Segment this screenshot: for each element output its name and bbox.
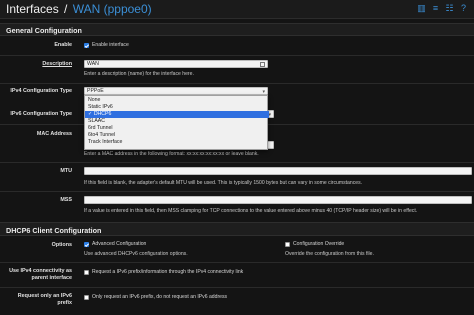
- mss-label: MSS: [60, 197, 72, 203]
- row-divider: [0, 55, 474, 56]
- mac-address-help: Enter a MAC address in the following for…: [84, 151, 259, 157]
- dropdown-option-track-interface[interactable]: Track Interface: [85, 139, 269, 146]
- mss-input[interactable]: [84, 196, 472, 204]
- ipv4-connectivity-label-line2: parent interface: [31, 275, 72, 281]
- config-override-text: Configuration Override: [293, 241, 345, 247]
- mss-help: If a value is entered in this field, the…: [84, 208, 418, 214]
- dropdown-option-slaac[interactable]: SLAAC: [85, 118, 269, 125]
- bar-chart-icon[interactable]: ▥: [417, 4, 426, 13]
- advanced-config-text: Advanced Configuration: [92, 241, 147, 247]
- enable-text: Enable interface: [92, 42, 129, 48]
- prefix-only-label: Request only an IPv6 prefix: [0, 293, 72, 307]
- dropdown-option-static-ipv6[interactable]: Static IPv6: [85, 104, 269, 111]
- row-divider: [0, 287, 474, 288]
- advanced-config-help: Use advanced DHCPv6 configuration option…: [84, 251, 188, 257]
- ipv4-connectivity-text: Request a IPv6 prefix/information throug…: [92, 269, 244, 275]
- row-divider: [0, 262, 474, 263]
- page-title: Interfaces / WAN (pppoe0): [6, 2, 152, 16]
- toolbar-icons: ▥ ≡ ☷ ?: [417, 4, 468, 13]
- description-help: Enter a description (name) for the inter…: [84, 71, 194, 77]
- ipv4-connectivity-checkbox[interactable]: [84, 270, 89, 275]
- ipv4-type-select[interactable]: PPPoE ▾: [84, 87, 268, 95]
- enable-label: Enable: [54, 42, 72, 48]
- check-icon: ✓: [88, 111, 93, 117]
- top-bar: Interfaces / WAN (pppoe0) ▥ ≡ ☷ ?: [0, 0, 474, 19]
- dhcp6-section-title: DHCP6 Client Configuration: [6, 226, 102, 235]
- prefix-only-label-line2: prefix: [57, 300, 72, 306]
- dropdown-option-none[interactable]: None: [85, 97, 269, 104]
- options-label: Options: [51, 242, 72, 248]
- breadcrumb-separator: /: [64, 2, 68, 16]
- ipv4-type-value: PPPoE: [87, 88, 104, 94]
- row-divider: [0, 162, 474, 163]
- description-label: Description: [42, 61, 72, 67]
- ipv4-connectivity-label-line1: Use IPv4 connectivity as: [9, 268, 72, 274]
- list-icon[interactable]: ≡: [431, 4, 440, 13]
- ipv4-type-label: IPv4 Configuration Type: [10, 88, 72, 94]
- ipv6-type-dropdown-menu: None Static IPv6 ✓ DHCP6 SLAAC 6rd Tunne…: [84, 95, 269, 150]
- mtu-label: MTU: [60, 168, 72, 174]
- breadcrumb-interface[interactable]: WAN (pppoe0): [73, 2, 152, 16]
- dropdown-option-dhcp6[interactable]: ✓ DHCP6: [85, 111, 269, 118]
- row-divider: [0, 83, 474, 84]
- enable-checkbox[interactable]: [84, 43, 89, 48]
- mac-address-label: MAC Address: [36, 131, 72, 137]
- row-divider: [0, 191, 474, 192]
- help-icon[interactable]: ?: [459, 4, 468, 13]
- prefix-only-label-line1: Request only an IPv6: [17, 293, 72, 299]
- mtu-input[interactable]: [84, 167, 472, 175]
- config-override-checkbox[interactable]: [285, 242, 290, 247]
- dropdown-option-6to4-tunnel[interactable]: 6to4 Tunnel: [85, 132, 269, 139]
- dropdown-option-dhcp6-label: DHCP6: [93, 111, 112, 117]
- dhcp6-section-header: DHCP6 Client Configuration: [0, 222, 474, 236]
- config-override-help: Override the configuration from this fil…: [285, 251, 374, 257]
- mtu-help: If this field is blank, the adapter's de…: [84, 180, 363, 186]
- general-section-header: General Configuration: [0, 23, 474, 36]
- description-value: WAN: [87, 61, 99, 67]
- advanced-config-checkbox[interactable]: [84, 242, 89, 247]
- ipv4-connectivity-label: Use IPv4 connectivity as parent interfac…: [0, 268, 72, 282]
- sliders-icon[interactable]: ☷: [445, 4, 454, 13]
- description-input[interactable]: WAN: [84, 60, 268, 68]
- contact-card-icon: [260, 62, 265, 67]
- ipv6-type-label: IPv6 Configuration Type: [10, 111, 72, 117]
- prefix-only-text: Only request an IPv6 prefix, do not requ…: [92, 294, 228, 300]
- dropdown-option-6rd-tunnel[interactable]: 6rd Tunnel: [85, 125, 269, 132]
- prefix-only-checkbox[interactable]: [84, 295, 89, 300]
- general-section-title: General Configuration: [6, 26, 82, 35]
- breadcrumb-interfaces[interactable]: Interfaces: [6, 2, 59, 16]
